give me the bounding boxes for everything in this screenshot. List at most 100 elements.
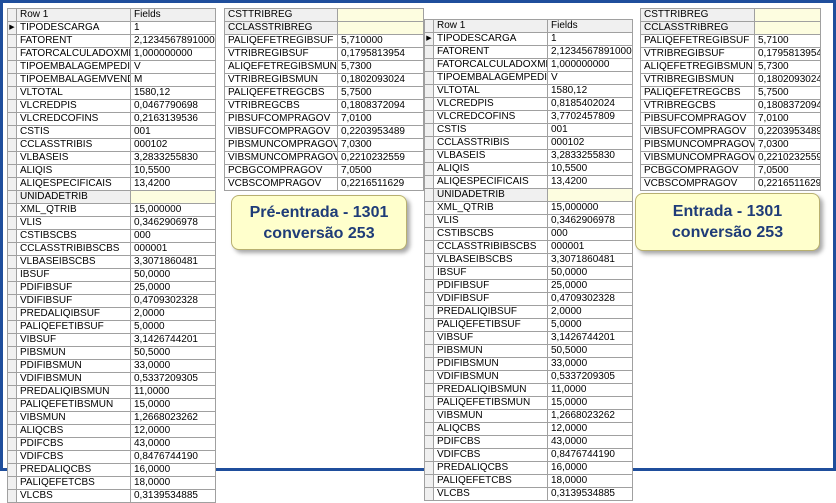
table-row[interactable]: VIBSUFCOMPRAGOV 0,2203953489 [640, 125, 821, 139]
table-row[interactable]: PALIQEFETREGCBS 5,7500 [640, 86, 821, 100]
field-value-cell[interactable]: 13,4200 [547, 175, 633, 189]
table-row[interactable]: PREDALIQIBSUF 2,0000 [424, 305, 633, 319]
field-value-cell[interactable]: 0,8185402024 [547, 97, 633, 111]
table-row[interactable]: TIPOEMBALAGEMPEDIDOV [424, 71, 633, 85]
table-row[interactable]: CSTIS 001 [424, 123, 633, 137]
table-row[interactable]: PREDALIQIBSUF 2,0000 [7, 307, 216, 321]
field-value-cell[interactable]: 000102 [547, 136, 633, 150]
column-header-fields[interactable]: Fields [547, 19, 633, 33]
table-row[interactable]: PDIFCBS 43,0000 [424, 435, 633, 449]
table-row[interactable]: PCBGCOMPRAGOV 7,0500 [224, 164, 424, 178]
field-value-cell[interactable]: 15,0000 [547, 396, 633, 410]
field-value-cell[interactable]: 5,7300 [337, 60, 424, 74]
table-row[interactable]: PDIFIBSMUN 33,0000 [424, 357, 633, 371]
table-row[interactable]: CSTIS 001 [7, 125, 216, 139]
table-row[interactable]: PALIQEFETREGIBSUF 5,7100 [640, 34, 821, 48]
field-value-cell[interactable]: 50,0000 [547, 266, 633, 280]
table-row[interactable]: ALIQESPECIFICAIS 13,4200 [7, 177, 216, 191]
table-row[interactable]: VLBASEIBSCBS 3,3071860481 [424, 253, 633, 267]
table-row[interactable]: CSTTRIBREG [640, 8, 821, 22]
table-row[interactable]: ALIQIS 10,5500 [7, 164, 216, 178]
field-value-cell[interactable]: 0,2210232559 [754, 151, 821, 165]
field-value-cell[interactable]: 0,1795813954 [754, 47, 821, 61]
field-value-cell[interactable]: 1 [130, 21, 216, 35]
table-row[interactable]: PALIQEFETIBSUF 5,0000 [424, 318, 633, 332]
field-value-cell[interactable]: 0,2216511629 [754, 177, 821, 191]
field-value-cell[interactable]: 0,3139534885 [547, 487, 633, 501]
field-value-cell[interactable]: 3,2833255830 [130, 151, 216, 165]
table-row[interactable]: FATORENT2,123456789100000 [7, 34, 216, 48]
table-row[interactable]: VLBASEIS 3,2833255830 [7, 151, 216, 165]
field-value-cell[interactable]: 000001 [547, 240, 633, 254]
table-row[interactable]: ALIQEFETREGIBSMUN 5,7300 [224, 60, 424, 74]
table-row[interactable]: VLCBS 0,3139534885 [7, 489, 216, 503]
field-value-cell[interactable]: 50,0000 [130, 268, 216, 282]
table-row[interactable]: CSTIBSCBS 000 [424, 227, 633, 241]
table-row[interactable]: VLBASEIBSCBS 3,3071860481 [7, 255, 216, 269]
field-value-cell[interactable]: 0,5337209305 [547, 370, 633, 384]
field-value-cell[interactable]: 0,3462906978 [547, 214, 633, 228]
field-value-cell[interactable]: 5,0000 [130, 320, 216, 334]
table-row[interactable]: UNIDADETRIB [424, 188, 633, 202]
field-value-cell[interactable]: 13,4200 [130, 177, 216, 191]
table-row[interactable]: CCLASSTRIBIBSCBS 000001 [7, 242, 216, 256]
table-row[interactable]: PALIQEFETCBS 18,0000 [424, 474, 633, 488]
field-value-cell[interactable]: 3,2833255830 [547, 149, 633, 163]
table-row[interactable]: PREDALIQIBSMUN 11,0000 [424, 383, 633, 397]
column-header-fields[interactable]: Fields [130, 8, 216, 22]
field-value-cell[interactable]: 0,8476744190 [547, 448, 633, 462]
field-value-cell[interactable]: 3,3071860481 [130, 255, 216, 269]
table-row[interactable]: VIBSUF 3,1426744201 [424, 331, 633, 345]
field-value-cell[interactable]: 2,123456789100000 [130, 34, 216, 48]
field-value-cell[interactable]: 15,000000 [547, 201, 633, 215]
field-value-cell[interactable]: 3,3071860481 [547, 253, 633, 267]
table-row[interactable]: PREDALIQIBSMUN 11,0000 [7, 385, 216, 399]
field-value-cell[interactable]: 43,0000 [547, 435, 633, 449]
field-value-cell[interactable]: 16,0000 [547, 461, 633, 475]
field-value-cell[interactable]: 1,2668023262 [547, 409, 633, 423]
table-row[interactable]: PIBSMUNCOMPRAGOV 7,0300 [640, 138, 821, 152]
table-row[interactable]: VIBSMUNCOMPRAGOV 0,2210232559 [224, 151, 424, 165]
column-header-row[interactable]: Row 1 [433, 19, 548, 33]
field-value-cell[interactable]: 3,1426744201 [547, 331, 633, 345]
field-value-cell[interactable]: 10,5500 [547, 162, 633, 176]
field-value-cell[interactable]: 1,2668023262 [130, 411, 216, 425]
table-row[interactable]: VLCREDCOFINS 0,2163139536 [7, 112, 216, 126]
table-row[interactable]: VDIFCBS 0,8476744190 [7, 450, 216, 464]
table-row[interactable]: VTRIBREGCBS 0,1808372094 [640, 99, 821, 113]
table-row[interactable]: ALIQCBS 12,0000 [424, 422, 633, 436]
table-row[interactable]: PIBSUFCOMPRAGOV 7,0100 [640, 112, 821, 126]
table-row[interactable]: CCLASSTRIBIBSCBS 000001 [424, 240, 633, 254]
field-value-cell[interactable]: 7,0300 [337, 138, 424, 152]
table-row[interactable]: CSTTRIBREG [224, 8, 424, 22]
table-row[interactable]: CCLASSTRIBREG [640, 21, 821, 35]
table-row[interactable]: VLCBS 0,3139534885 [424, 487, 633, 501]
field-value-cell[interactable]: 0,4709302328 [547, 292, 633, 306]
table-row[interactable]: PDIFIBSUF 25,0000 [7, 281, 216, 295]
field-value-cell[interactable]: 15,000000 [130, 203, 216, 217]
table-row[interactable]: VDIFIBSUF 0,4709302328 [424, 292, 633, 306]
field-value-cell[interactable]: 0,1802093024 [754, 73, 821, 87]
field-value-cell[interactable]: 11,0000 [547, 383, 633, 397]
field-value-cell[interactable]: 0,4709302328 [130, 294, 216, 308]
table-row[interactable]: VLTOTAL 1580,12 [7, 86, 216, 100]
table-row[interactable]: VDIFIBSMUN 0,5337209305 [7, 372, 216, 386]
field-value-cell[interactable]: 000102 [130, 138, 216, 152]
table-row[interactable]: PDIFIBSUF 25,0000 [424, 279, 633, 293]
field-value-cell[interactable]: 1,000000000 [130, 47, 216, 61]
table-row[interactable]: PALIQEFETIBSUF 5,0000 [7, 320, 216, 334]
field-value-cell[interactable]: 001 [130, 125, 216, 139]
table-row[interactable]: VLIS 0,3462906978 [424, 214, 633, 228]
field-value-cell[interactable] [130, 190, 216, 204]
table-row[interactable]: VLCREDPIS 0,0467790698 [7, 99, 216, 113]
table-row[interactable]: VCBSCOMPRAGOV 0,2216511629 [640, 177, 821, 191]
table-row[interactable]: PIBSMUN 50,5000 [7, 346, 216, 360]
field-value-cell[interactable]: 5,7100 [754, 34, 821, 48]
table-row[interactable]: VLTOTAL 1580,12 [424, 84, 633, 98]
field-value-cell[interactable]: 18,0000 [547, 474, 633, 488]
field-value-cell[interactable]: 0,0467790698 [130, 99, 216, 113]
field-value-cell[interactable]: 25,0000 [130, 281, 216, 295]
table-row[interactable]: FATORCALCULADOXML 1,000000000 [7, 47, 216, 61]
field-value-cell[interactable]: 5,7300 [754, 60, 821, 74]
table-row[interactable]: VIBSMUN 1,2668023262 [7, 411, 216, 425]
